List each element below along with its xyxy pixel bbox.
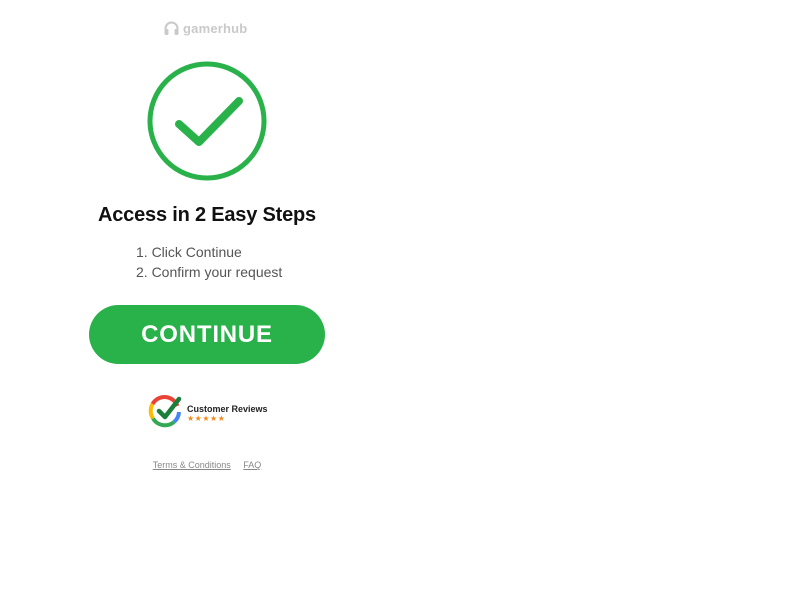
steps-list: 1. Click Continue 2. Confirm your reques… xyxy=(136,242,282,282)
page-title: Access in 2 Easy Steps xyxy=(98,204,316,226)
google-check-icon xyxy=(147,393,183,434)
step-item: 1. Click Continue xyxy=(136,244,242,260)
footer-links: Terms & Conditions FAQ xyxy=(0,460,414,470)
step-item: 2. Confirm your request xyxy=(136,264,283,280)
brand-name: gamerhub xyxy=(183,20,248,36)
check-circle-icon xyxy=(146,60,268,182)
content-column: gamerhub Access in 2 Easy Steps 1. Click… xyxy=(0,0,414,600)
brand-logo: gamerhub xyxy=(163,18,247,38)
headset-icon xyxy=(163,20,180,37)
star-rating: ★★★★★ xyxy=(187,413,226,423)
reviews-label: Customer Reviews xyxy=(187,403,268,414)
page: gamerhub Access in 2 Easy Steps 1. Click… xyxy=(0,0,800,600)
terms-link[interactable]: Terms & Conditions xyxy=(153,460,231,470)
customer-reviews-badge: Customer Reviews ★★★★★ xyxy=(147,393,268,434)
continue-button[interactable]: CONTINUE xyxy=(89,305,325,364)
faq-link[interactable]: FAQ xyxy=(243,460,261,470)
